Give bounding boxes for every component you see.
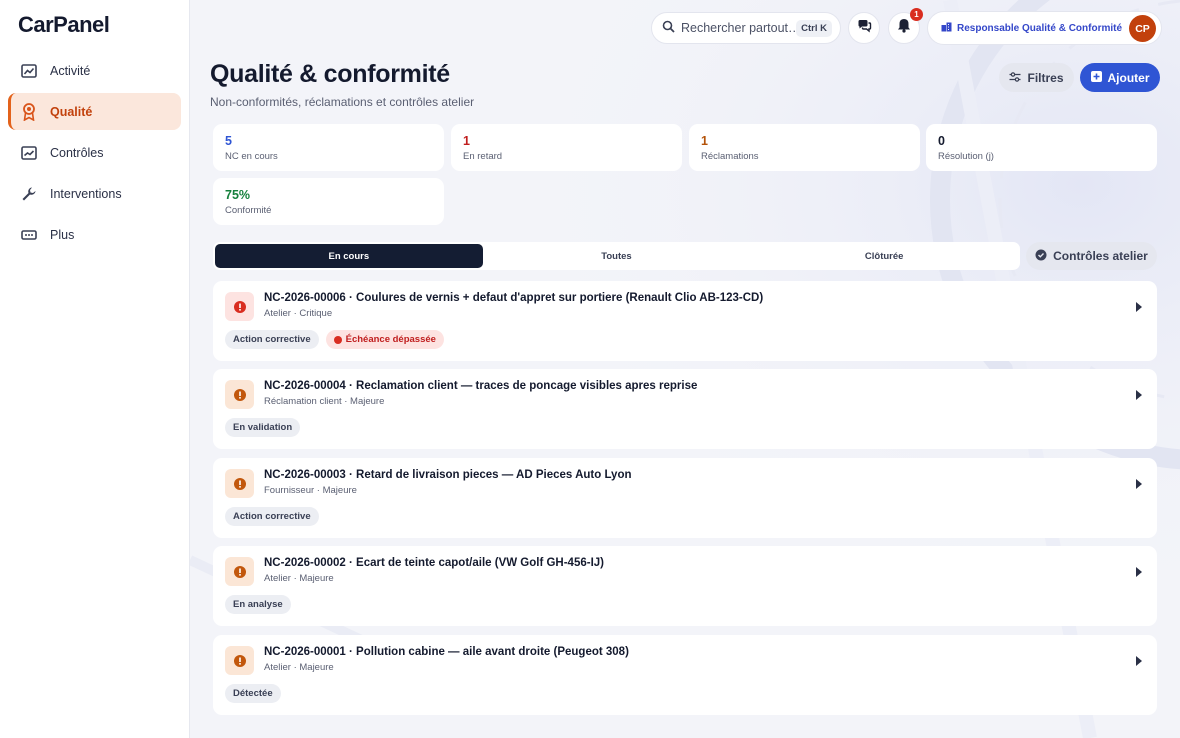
page-subtitle: Non-conformités, réclamations et contrôl… — [210, 95, 475, 109]
stat-value: 75% — [225, 188, 251, 202]
sidebar-item-qualite[interactable]: Qualité — [8, 93, 181, 130]
role-label: Responsable Qualité & Conformité — [957, 22, 1123, 34]
sidebar-item-label: Contrôles — [50, 145, 104, 160]
alert-icon — [225, 292, 254, 321]
check-badge-icon — [1035, 249, 1047, 264]
status-badge: En analyse — [225, 595, 291, 614]
tab-toutes[interactable]: Toutes — [483, 244, 751, 268]
stat-reclamations: 1 Réclamations — [689, 124, 920, 171]
sidebar-item-plus[interactable]: Plus — [8, 216, 181, 253]
chevron-right-icon — [1136, 567, 1142, 577]
nc-subtitle: Atelier · Majeure — [264, 662, 334, 673]
sidebar-item-activite[interactable]: Activité — [8, 52, 181, 89]
overdue-label: Échéance dépassée — [345, 334, 436, 345]
nc-tags: En analyse — [225, 595, 291, 614]
avatar[interactable]: CP — [1129, 15, 1156, 42]
alert-icon — [225, 646, 254, 675]
nc-title: NC-2026-00006 · Coulures de vernis + def… — [264, 292, 764, 304]
overdue-badge: Échéance dépassée — [325, 330, 444, 349]
nc-subtitle: Réclamation client · Majeure — [264, 396, 385, 407]
nc-title: NC-2026-00003 · Retard de livraison piec… — [264, 469, 632, 481]
plus-square-icon — [1090, 70, 1102, 85]
sidebar-item-interventions[interactable]: Interventions — [8, 175, 181, 212]
trend-icon — [20, 144, 38, 162]
sidebar-item-label: Plus — [50, 227, 75, 242]
stat-label: Réclamations — [701, 151, 759, 162]
add-label: Ajouter — [1107, 70, 1150, 85]
chat-icon — [857, 19, 872, 38]
nc-title: NC-2026-00001 · Pollution cabine — aile … — [264, 646, 629, 658]
global-search[interactable]: Rechercher partout… Ctrl K — [651, 12, 841, 44]
sidebar-item-label: Qualité — [50, 104, 93, 119]
nc-subtitle: Atelier · Majeure — [264, 573, 334, 584]
stat-value: 1 — [463, 134, 470, 148]
notifications-button[interactable]: 1 — [888, 8, 923, 44]
stat-value: 0 — [938, 134, 945, 148]
role-switcher[interactable]: Responsable Qualité & Conformité CP — [927, 11, 1162, 45]
notification-badge: 1 — [910, 8, 923, 21]
more-icon — [20, 226, 38, 244]
alert-icon — [225, 380, 254, 409]
stat-resolution: 0 Résolution (j) — [926, 124, 1157, 171]
stat-label: Résolution (j) — [938, 151, 994, 162]
filters-label: Filtres — [1027, 70, 1064, 85]
sidebar-item-controles[interactable]: Contrôles — [8, 134, 181, 171]
stat-label: En retard — [463, 151, 503, 162]
nc-card[interactable]: NC-2026-00006 · Coulures de vernis + def… — [213, 281, 1157, 361]
search-input[interactable]: Rechercher partout… — [681, 21, 796, 35]
add-button[interactable]: Ajouter — [1080, 63, 1160, 92]
search-shortcut: Ctrl K — [796, 19, 832, 37]
sidebar-item-label: Interventions — [50, 186, 122, 201]
stat-value: 1 — [701, 134, 708, 148]
nc-title: NC-2026-00002 · Ecart de teinte capot/ai… — [264, 557, 604, 569]
stat-label: Conformité — [225, 205, 272, 216]
nc-title: NC-2026-00004 · Reclamation client — tra… — [264, 380, 698, 392]
controles-atelier-button[interactable]: Contrôles atelier — [1026, 242, 1157, 270]
nc-tags: En validation — [225, 418, 301, 437]
nc-card[interactable]: NC-2026-00001 · Pollution cabine — aile … — [213, 635, 1157, 715]
bell-icon — [897, 18, 911, 38]
search-icon — [662, 20, 675, 36]
stat-conformite: 75% Conformité — [213, 178, 444, 225]
sidebar-item-label: Activité — [50, 63, 91, 78]
nc-tags: Action corrective Échéance dépassée — [225, 330, 444, 349]
stat-label: NC en cours — [225, 151, 278, 162]
chevron-right-icon — [1136, 302, 1142, 312]
nc-subtitle: Atelier · Critique — [264, 308, 333, 319]
stat-value: 5 — [225, 134, 232, 148]
status-tabs: En cours Toutes Clôturée — [213, 242, 1020, 270]
alert-icon — [225, 469, 254, 498]
nc-subtitle: Fournisseur · Majeure — [264, 485, 357, 496]
alert-dot-icon — [333, 335, 342, 344]
nc-tags: Détectée — [225, 684, 281, 703]
sidebar-nav: Activité Qualité Contrôles Interventions… — [8, 52, 181, 257]
wrench-icon — [20, 185, 38, 203]
chevron-right-icon — [1136, 479, 1142, 489]
controles-label: Contrôles atelier — [1053, 249, 1148, 263]
alert-icon — [225, 557, 254, 586]
building-icon — [941, 22, 952, 35]
nc-card[interactable]: NC-2026-00003 · Retard de livraison piec… — [213, 458, 1157, 538]
status-badge: En validation — [225, 418, 301, 437]
stat-nc-en-cours: 5 NC en cours — [213, 124, 444, 171]
nc-card[interactable]: NC-2026-00004 · Reclamation client — tra… — [213, 369, 1157, 449]
page-title: Qualité & conformité — [210, 60, 450, 88]
chart-icon — [20, 62, 38, 80]
award-icon — [20, 102, 38, 121]
nc-tags: Action corrective — [225, 507, 319, 526]
stat-en-retard: 1 En retard — [451, 124, 682, 171]
tab-en-cours[interactable]: En cours — [215, 244, 483, 268]
sidebar: CarPanel Activité Qualité Contrôles Inte… — [0, 0, 190, 738]
status-badge: Action corrective — [225, 330, 319, 349]
status-badge: Détectée — [225, 684, 281, 703]
messages-button[interactable] — [848, 12, 880, 44]
tab-cloturee[interactable]: Clôturée — [750, 244, 1018, 268]
chevron-right-icon — [1136, 390, 1142, 400]
status-badge: Action corrective — [225, 507, 319, 526]
filters-button[interactable]: Filtres — [999, 63, 1074, 92]
sliders-icon — [1009, 71, 1021, 85]
nc-card[interactable]: NC-2026-00002 · Ecart de teinte capot/ai… — [213, 546, 1157, 626]
chevron-right-icon — [1136, 656, 1142, 666]
app-logo[interactable]: CarPanel — [18, 12, 110, 38]
